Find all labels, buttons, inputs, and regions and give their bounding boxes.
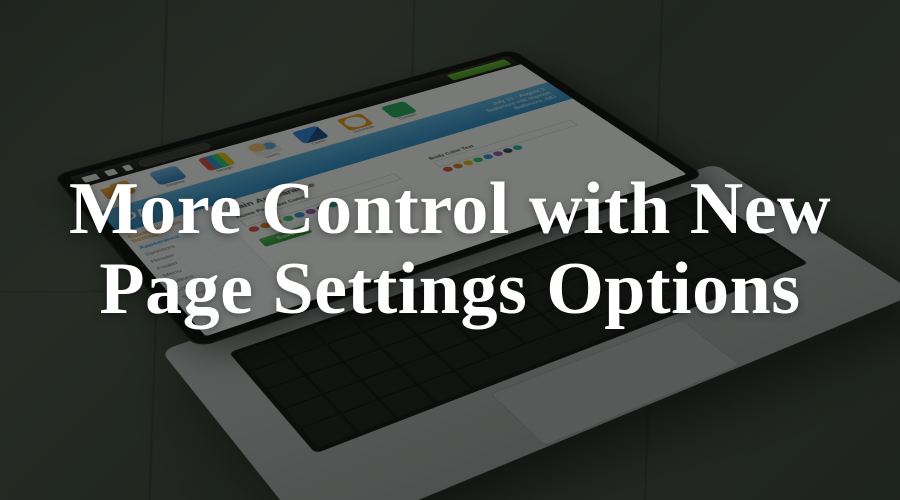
headline-text: More Control with New Page Settings Opti…	[0, 0, 900, 500]
hero-image: Files Display Design Users Cards Schedul…	[0, 0, 900, 500]
